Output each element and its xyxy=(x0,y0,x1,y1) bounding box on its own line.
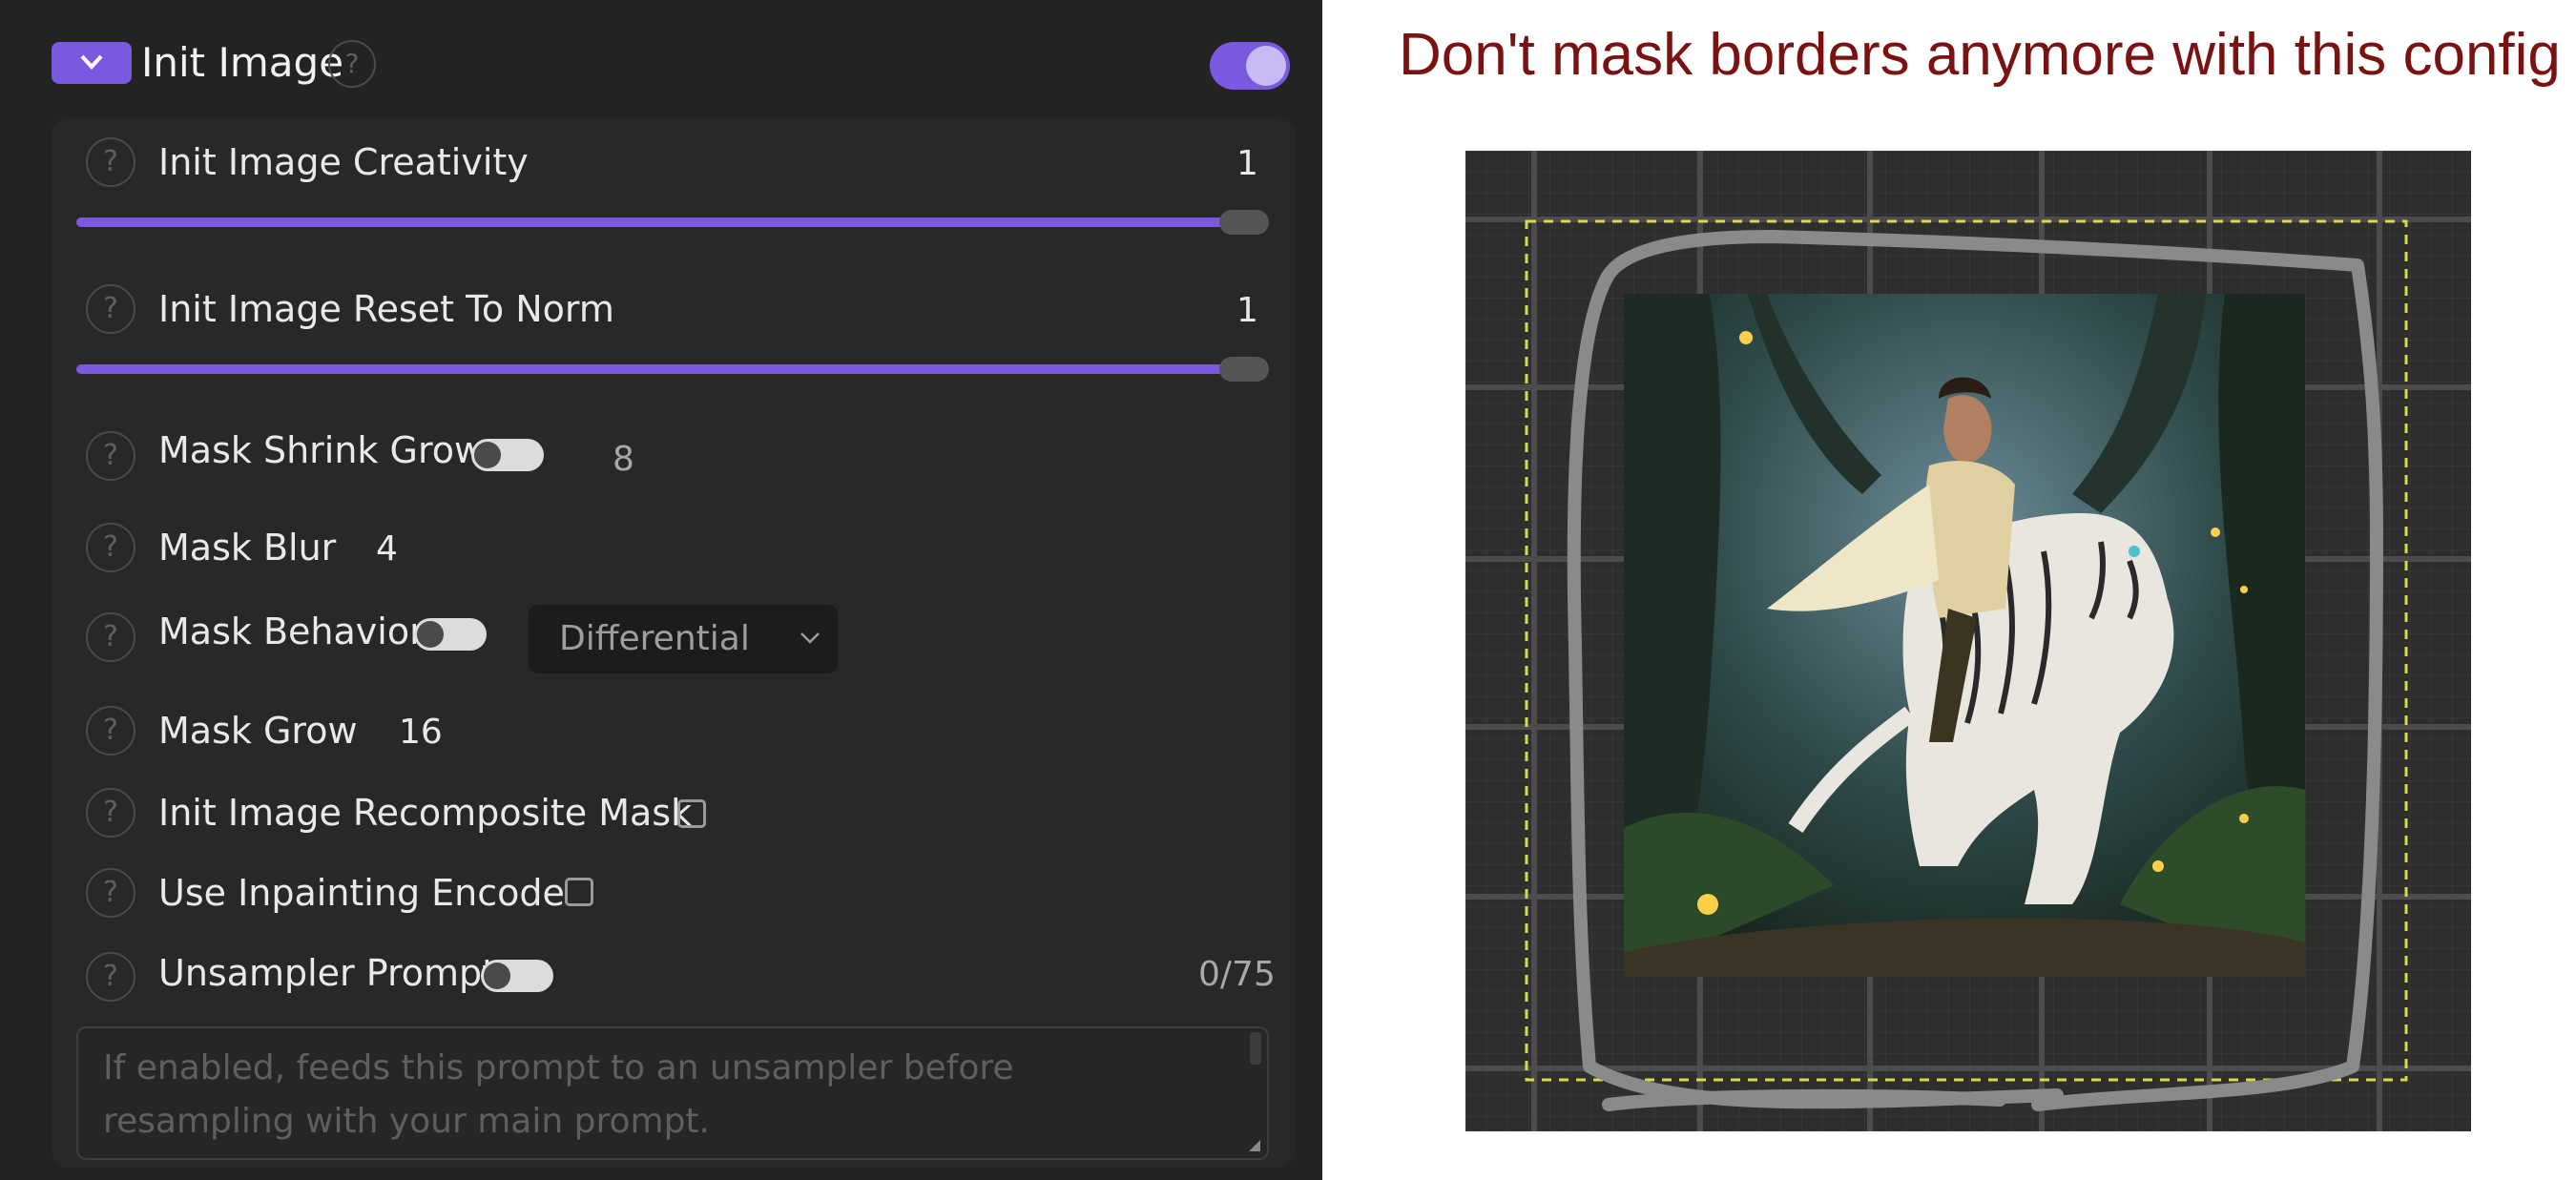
mask-shrink-grow-value[interactable]: 8 xyxy=(613,437,634,483)
creativity-slider-thumb[interactable] xyxy=(1219,210,1269,235)
toggle-knob xyxy=(484,963,510,989)
reset-to-norm-label: Init Image Reset To Norm xyxy=(158,288,614,330)
mask-behavior-selected: Differential xyxy=(559,619,750,658)
inpainting-encode-checkbox[interactable] xyxy=(565,878,593,906)
inpainting-encode-help-icon[interactable]: ? xyxy=(86,868,135,918)
collapse-button[interactable] xyxy=(52,42,132,84)
mask-behavior-select[interactable]: Differential xyxy=(529,605,838,673)
mask-grow-help-icon[interactable]: ? xyxy=(86,706,135,756)
selection-border xyxy=(1525,219,2408,1082)
mask-stroke xyxy=(1567,230,2383,1111)
mask-canvas xyxy=(1465,151,2471,1131)
mask-overlay xyxy=(1525,219,2408,1111)
chevron-down-icon xyxy=(800,632,820,644)
mask-shrink-grow-toggle[interactable] xyxy=(471,439,544,471)
unsampler-prompt-counter: 0/75 xyxy=(1198,955,1276,994)
textarea-scrollbar[interactable] xyxy=(1250,1032,1261,1065)
reset-to-norm-slider-thumb[interactable] xyxy=(1219,357,1269,382)
unsampler-prompt-label: Unsampler Prompt xyxy=(158,952,497,994)
unsampler-prompt-help-icon[interactable]: ? xyxy=(86,952,135,1002)
inpainting-encode-label: Use Inpainting Encode xyxy=(158,872,565,914)
mask-shrink-grow-label: Mask Shrink Grow xyxy=(158,429,485,471)
init-image-panel: Init Image ? ? Init Image Creativity 1 ?… xyxy=(0,0,1322,1180)
creativity-slider-track[interactable] xyxy=(76,217,1229,227)
init-image-enable-toggle[interactable] xyxy=(1210,42,1290,90)
mask-blur-value[interactable]: 4 xyxy=(376,527,398,572)
unsampler-prompt-placeholder: If enabled, feeds this prompt to an unsa… xyxy=(103,1048,1014,1141)
toggle-knob xyxy=(417,621,444,648)
mask-blur-label: Mask Blur xyxy=(158,527,337,569)
toggle-knob xyxy=(474,442,501,468)
mask-shrink-grow-help-icon[interactable]: ? xyxy=(86,431,135,481)
reset-to-norm-slider-track[interactable] xyxy=(76,364,1229,374)
creativity-value[interactable]: 1 xyxy=(1236,141,1258,187)
mask-behavior-help-icon[interactable]: ? xyxy=(86,612,135,662)
unsampler-prompt-textarea[interactable]: If enabled, feeds this prompt to an unsa… xyxy=(76,1026,1269,1160)
recomposite-mask-label: Init Image Recomposite Mask xyxy=(158,792,693,834)
creativity-label: Init Image Creativity xyxy=(158,141,529,183)
recomposite-mask-help-icon[interactable]: ? xyxy=(86,788,135,838)
reset-to-norm-value[interactable]: 1 xyxy=(1236,288,1258,334)
panel-title: Init Image xyxy=(141,39,344,86)
creativity-help-icon[interactable]: ? xyxy=(86,137,135,187)
mask-behavior-label: Mask Behavior xyxy=(158,611,425,652)
toggle-knob xyxy=(1246,46,1286,86)
mask-behavior-toggle[interactable] xyxy=(414,618,487,651)
annotation-caption: Don't mask borders anymore with this con… xyxy=(1399,22,2561,88)
resize-handle-icon[interactable] xyxy=(1248,1139,1261,1152)
mask-grow-value[interactable]: 16 xyxy=(399,710,443,756)
unsampler-prompt-toggle[interactable] xyxy=(481,960,553,992)
mask-grow-label: Mask Grow xyxy=(158,710,358,752)
recomposite-mask-checkbox[interactable] xyxy=(677,799,706,828)
chevron-down-icon xyxy=(80,54,103,70)
reset-to-norm-help-icon[interactable]: ? xyxy=(86,284,135,334)
mask-blur-help-icon[interactable]: ? xyxy=(86,523,135,572)
help-icon[interactable]: ? xyxy=(328,40,376,88)
